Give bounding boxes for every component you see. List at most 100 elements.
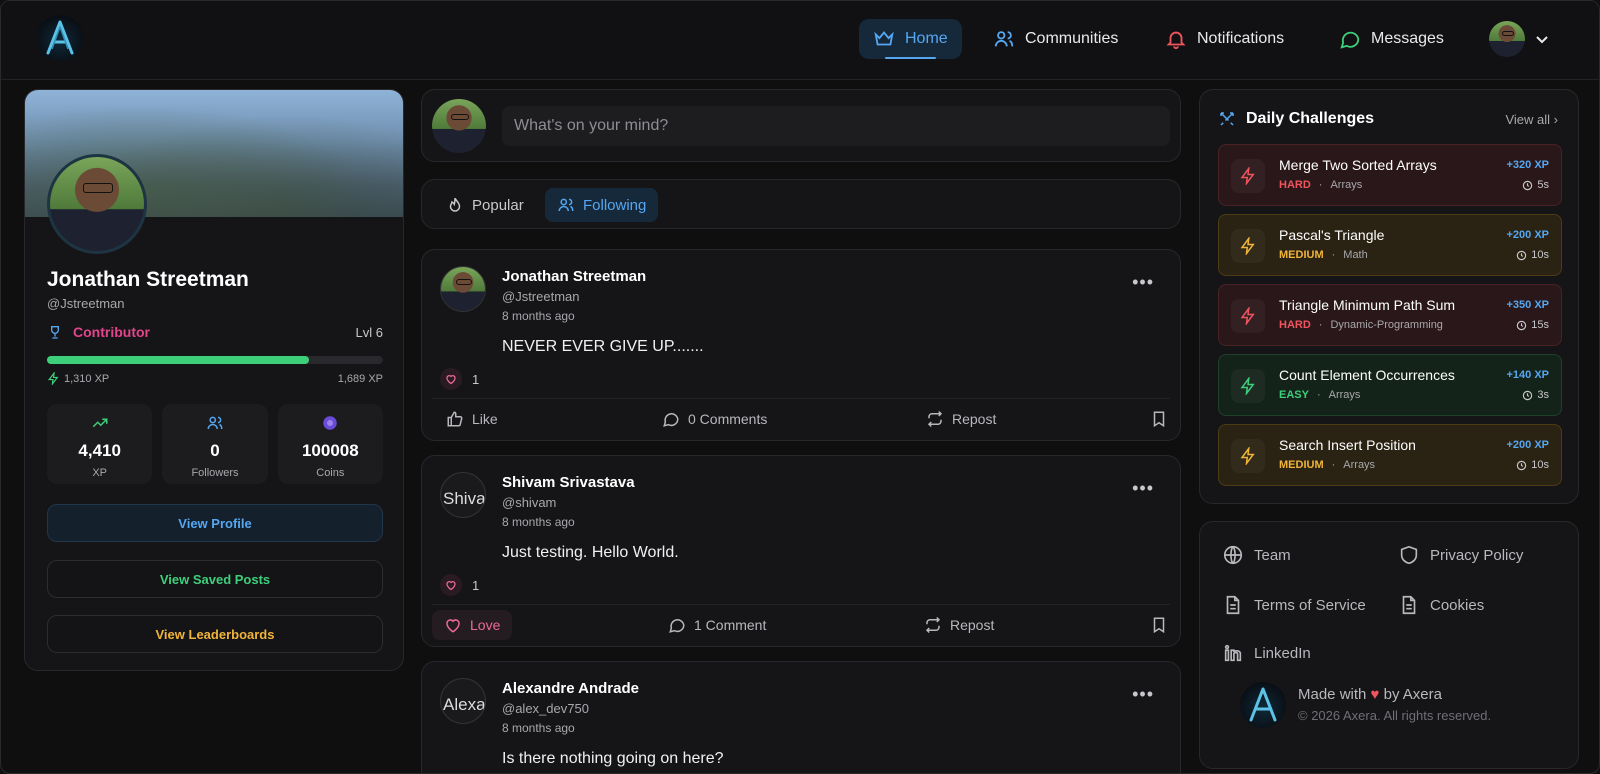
profile-handle: @Jstreetman	[47, 296, 125, 311]
post-handle: @Jstreetman	[502, 289, 580, 304]
tab-popular-label: Popular	[472, 196, 524, 214]
challenge-difficulty: MEDIUM	[1279, 459, 1324, 471]
post-avatar[interactable]: Shiva	[440, 472, 486, 518]
challenge-name: Triangle Minimum Path Sum	[1279, 297, 1456, 313]
heart-icon	[446, 619, 460, 633]
challenge-xp: +350 XP	[1506, 299, 1549, 311]
more-options-icon[interactable]: •••	[1132, 684, 1154, 705]
composer-input[interactable]: What's on your mind?	[502, 106, 1170, 146]
bookmark-button[interactable]	[1138, 610, 1180, 640]
zap-icon	[1231, 369, 1265, 403]
xp-remaining: 1,689 XP	[337, 372, 383, 385]
challenge-difficulty: EASY	[1279, 389, 1309, 401]
xp-progress-fill	[47, 356, 310, 364]
love-button[interactable]: Love	[432, 610, 513, 640]
stat-coins-label: Coins	[316, 467, 345, 479]
repost-button[interactable]: Repost	[912, 610, 1006, 640]
comments-button[interactable]: 1 Comment	[656, 610, 778, 640]
stat-xp-label: XP	[92, 467, 107, 479]
nav-notifications-label: Notifications	[1197, 30, 1285, 47]
post-likes: 1	[440, 368, 479, 390]
like-count: 1	[472, 371, 480, 387]
footer-link-team[interactable]: Team	[1222, 544, 1291, 566]
repost-icon	[927, 410, 943, 428]
stat-followers-value: 0	[210, 441, 220, 460]
repost-button[interactable]: Repost	[914, 404, 1008, 434]
clock-icon	[1517, 250, 1527, 260]
post-author[interactable]: Alexandre Andrade	[502, 680, 639, 697]
profile-avatar[interactable]	[47, 154, 147, 254]
challenge-item[interactable]: Merge Two Sorted Arrays HARD · Arrays +320…	[1218, 144, 1562, 206]
axera-logo-icon	[46, 20, 74, 55]
document-icon	[1226, 595, 1240, 615]
tab-following-label: Following	[583, 196, 647, 214]
trophy-icon	[51, 326, 59, 339]
love-label: Love	[470, 617, 501, 633]
challenge-time: 15s	[1516, 319, 1549, 331]
view-all-link[interactable]: View all ›	[1505, 112, 1558, 127]
users-icon	[207, 416, 223, 430]
nav-communities[interactable]: Communities	[979, 19, 1132, 59]
challenge-item[interactable]: Search Insert Position MEDIUM · Arrays +20…	[1218, 424, 1562, 486]
users-icon	[994, 31, 1014, 47]
comments-label: 1 Comment	[694, 617, 767, 633]
nav-messages[interactable]: Messages	[1325, 19, 1458, 59]
challenge-name: Merge Two Sorted Arrays	[1279, 157, 1437, 173]
challenge-xp: +200 XP	[1506, 439, 1549, 451]
like-button[interactable]: Like	[434, 404, 510, 434]
challenge-name: Count Element Occurrences	[1279, 367, 1455, 383]
linkedin-icon	[1224, 644, 1242, 662]
post-avatar[interactable]: Alexa	[440, 678, 486, 724]
axera-logo	[1240, 682, 1286, 728]
stat-xp-value: 4,410	[78, 441, 121, 460]
zap-icon	[1231, 229, 1265, 263]
challenge-time: 10s	[1516, 459, 1549, 471]
users-icon	[558, 198, 574, 212]
xp-current: 1,310 XP	[64, 372, 110, 385]
active-underline	[885, 57, 936, 59]
zap-icon	[47, 372, 59, 385]
nav-notifications[interactable]: Notifications	[1151, 19, 1298, 59]
heart-icon	[440, 368, 462, 390]
view-profile-button[interactable]: View Profile	[47, 504, 383, 542]
view-leaderboards-button[interactable]: View Leaderboards	[47, 615, 383, 653]
post-body: Is there nothing going on here?	[502, 750, 724, 767]
chevron-down-icon[interactable]	[1534, 31, 1550, 47]
post-actions: Like 0 Comments Repost	[422, 400, 1180, 436]
more-options-icon[interactable]: •••	[1132, 478, 1154, 499]
view-saved-posts-button[interactable]: View Saved Posts	[47, 560, 383, 598]
post-composer: What's on your mind?	[421, 89, 1181, 162]
user-menu-avatar[interactable]	[1489, 21, 1525, 57]
comment-icon	[669, 619, 685, 633]
post-avatar[interactable]	[440, 266, 486, 312]
post-author[interactable]: Jonathan Streetman	[502, 268, 646, 285]
footer-link-linkedin[interactable]: LinkedIn	[1222, 642, 1311, 664]
footer-link-terms[interactable]: Terms of Service	[1222, 594, 1366, 616]
top-nav: Home Communities Notifications Messages	[1, 1, 1599, 80]
nav-home[interactable]: Home	[859, 19, 962, 59]
shield-icon	[1400, 545, 1418, 565]
xp-labels: 1,310 XP 1,689 XP	[47, 372, 383, 385]
app-window: Home Communities Notifications Messages …	[0, 0, 1600, 774]
bookmark-button[interactable]	[1138, 404, 1180, 434]
nav-home-label: Home	[905, 30, 948, 47]
tab-following[interactable]: Following	[545, 188, 659, 222]
bookmark-icon	[1153, 617, 1165, 634]
more-options-icon[interactable]: •••	[1132, 272, 1154, 293]
challenge-item[interactable]: Triangle Minimum Path Sum HARD · Dynamic-P…	[1218, 284, 1562, 346]
post-author[interactable]: Shivam Srivastava	[502, 474, 635, 491]
tab-popular[interactable]: Popular	[434, 188, 536, 222]
repost-label: Repost	[950, 617, 995, 633]
clock-icon	[1523, 180, 1533, 190]
footer-link-cookies[interactable]: Cookies	[1398, 594, 1484, 616]
axera-logo[interactable]	[37, 15, 83, 61]
stat-followers[interactable]: 0 Followers	[162, 404, 268, 484]
challenge-item[interactable]: Pascal's Triangle MEDIUM · Math +200 XP 10…	[1218, 214, 1562, 276]
heart-icon: ♥	[1370, 686, 1380, 703]
post-time: 8 months ago	[502, 309, 575, 323]
challenge-topic: Dynamic-Programming	[1330, 319, 1443, 331]
footer-link-privacy[interactable]: Privacy Policy	[1398, 544, 1523, 566]
challenge-item[interactable]: Count Element Occurrences EASY · Arrays +1…	[1218, 354, 1562, 416]
axera-logo-icon	[1249, 687, 1277, 722]
comments-button[interactable]: 0 Comments	[650, 404, 779, 434]
